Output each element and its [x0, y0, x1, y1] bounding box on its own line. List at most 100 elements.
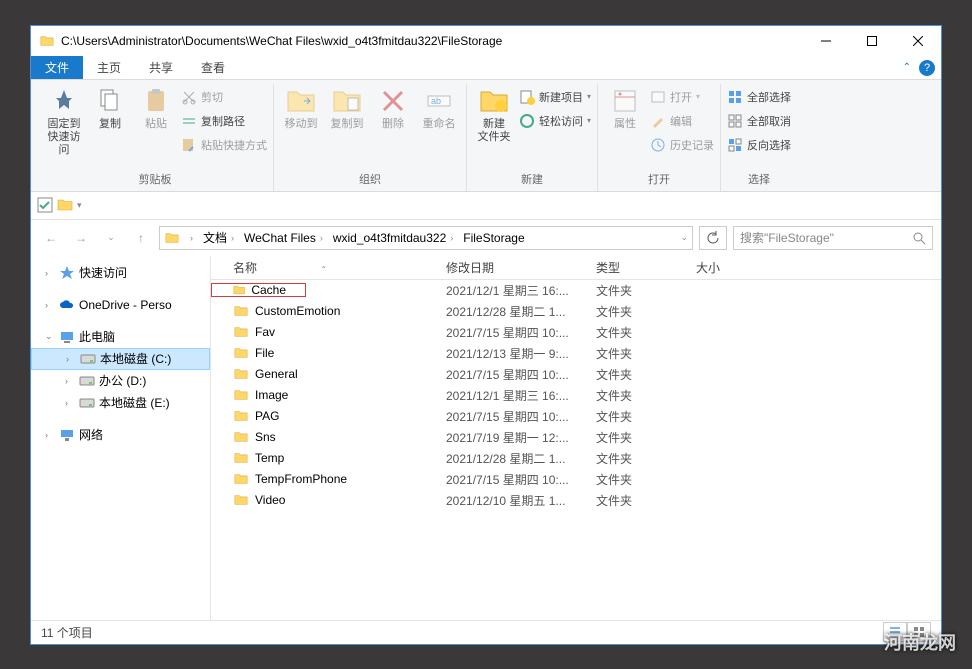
- search-icon: [912, 231, 926, 245]
- file-row[interactable]: TempFromPhone2021/7/15 星期四 10:...文件夹: [211, 469, 941, 490]
- tab-share[interactable]: 共享: [135, 56, 187, 79]
- file-row[interactable]: Video2021/12/10 星期五 1...文件夹: [211, 490, 941, 511]
- search-input[interactable]: 搜索"FileStorage": [733, 226, 933, 250]
- folder-icon[interactable]: [57, 197, 73, 213]
- back-button[interactable]: ←: [39, 226, 63, 250]
- breadcrumb-item[interactable]: WeChat Files›: [240, 231, 327, 245]
- nav-disk-c[interactable]: ›本地磁盘 (C:): [31, 348, 210, 370]
- file-row[interactable]: Cache2021/12/1 星期三 16:...文件夹: [211, 280, 941, 301]
- file-type: 文件夹: [596, 408, 696, 425]
- chevron-down-icon[interactable]: ⌄: [680, 232, 688, 243]
- file-row[interactable]: CustomEmotion2021/12/28 星期二 1...文件夹: [211, 301, 941, 322]
- file-type: 文件夹: [596, 429, 696, 446]
- overflow-icon[interactable]: ▾: [77, 200, 82, 211]
- nav-network[interactable]: ›网络: [31, 424, 210, 446]
- ribbon-group-organize: 组织: [359, 169, 381, 191]
- nav-thispc[interactable]: ⌄此电脑: [31, 326, 210, 348]
- pin-button[interactable]: 固定到快速访问: [43, 84, 85, 158]
- paste-button[interactable]: 粘贴: [135, 84, 177, 131]
- file-row[interactable]: Temp2021/12/28 星期二 1...文件夹: [211, 448, 941, 469]
- star-icon: [59, 265, 75, 281]
- nav-onedrive[interactable]: ›OneDrive - Perso: [31, 294, 210, 316]
- folder-icon: [39, 34, 55, 48]
- file-row[interactable]: Sns 2021/7/19 星期一 12:...文件夹: [211, 427, 941, 448]
- breadcrumb-item[interactable]: 文档›: [199, 229, 238, 246]
- copypath-button[interactable]: 复制路径: [181, 110, 267, 132]
- selectall-button[interactable]: 全部选择: [727, 86, 791, 108]
- help-icon[interactable]: ?: [919, 60, 935, 76]
- file-type: 文件夹: [596, 366, 696, 383]
- recent-button[interactable]: ⌄: [99, 226, 123, 250]
- up-button[interactable]: ↑: [129, 226, 153, 250]
- breadcrumb-item[interactable]: wxid_o4t3fmitdau322›: [329, 231, 457, 245]
- file-row[interactable]: PAG2021/7/15 星期四 10:...文件夹: [211, 406, 941, 427]
- paste-shortcut-button[interactable]: 粘贴快捷方式: [181, 134, 267, 156]
- newfolder-button[interactable]: 新建 文件夹: [473, 84, 515, 144]
- rename-button[interactable]: ab重命名: [418, 84, 460, 131]
- folder-icon: [233, 325, 249, 339]
- tab-home[interactable]: 主页: [83, 56, 135, 79]
- close-button[interactable]: [895, 26, 941, 56]
- check-icon[interactable]: [37, 197, 53, 213]
- breadcrumb-box[interactable]: › 文档› WeChat Files› wxid_o4t3fmitdau322›…: [159, 226, 693, 250]
- tab-file[interactable]: 文件: [31, 56, 83, 79]
- properties-button[interactable]: 属性: [604, 84, 646, 131]
- edit-button[interactable]: 编辑: [650, 110, 714, 132]
- invert-button[interactable]: 反向选择: [727, 134, 791, 156]
- nav-quickaccess[interactable]: ›快速访问: [31, 262, 210, 284]
- folder-icon: [164, 231, 180, 245]
- tab-view[interactable]: 查看: [187, 56, 239, 79]
- delete-button[interactable]: 删除: [372, 84, 414, 131]
- selectnone-button[interactable]: 全部取消: [727, 110, 791, 132]
- file-name: TempFromPhone: [255, 472, 347, 486]
- network-icon: [59, 427, 75, 443]
- file-type: 文件夹: [596, 450, 696, 467]
- nav-disk-d[interactable]: ›办公 (D:): [31, 370, 210, 392]
- nav-disk-e[interactable]: ›本地磁盘 (E:): [31, 392, 210, 414]
- newitem-button[interactable]: 新建项目 ▾: [519, 86, 591, 108]
- window-title: C:\Users\Administrator\Documents\WeChat …: [61, 34, 502, 48]
- ribbon-collapse-icon[interactable]: ⌃: [903, 62, 911, 73]
- disk-icon: [79, 373, 95, 389]
- easyaccess-button[interactable]: 轻松访问 ▾: [519, 110, 591, 132]
- file-date: 2021/7/15 星期四 10:...: [446, 471, 596, 488]
- cut-button[interactable]: 剪切: [181, 86, 267, 108]
- copy-button[interactable]: 复制: [89, 84, 131, 131]
- file-date: 2021/12/1 星期三 16:...: [446, 387, 596, 404]
- pc-icon: [59, 329, 75, 345]
- moveto-button[interactable]: 移动到: [280, 84, 322, 131]
- quickaccess-toolbar: ▾: [31, 192, 941, 220]
- breadcrumb-item[interactable]: FileStorage: [459, 231, 528, 245]
- file-name: CustomEmotion: [255, 304, 340, 318]
- item-count: 11 个项目: [41, 624, 93, 641]
- history-button[interactable]: 历史记录: [650, 134, 714, 156]
- address-bar: ← → ⌄ ↑ › 文档› WeChat Files› wxid_o4t3fmi…: [31, 220, 941, 256]
- forward-button[interactable]: →: [69, 226, 93, 250]
- col-type[interactable]: 类型: [596, 259, 696, 276]
- maximize-button[interactable]: [849, 26, 895, 56]
- file-row[interactable]: File2021/12/13 星期一 9:...文件夹: [211, 343, 941, 364]
- file-name: Temp: [255, 451, 284, 465]
- copyto-button[interactable]: 复制到: [326, 84, 368, 131]
- minimize-button[interactable]: [803, 26, 849, 56]
- disk-icon: [80, 351, 96, 367]
- titlebar: C:\Users\Administrator\Documents\WeChat …: [31, 26, 941, 56]
- file-type: 文件夹: [596, 492, 696, 509]
- open-button[interactable]: 打开 ▾: [650, 86, 714, 108]
- folder-icon: [233, 430, 249, 444]
- watermark: 河南龙网: [884, 629, 956, 655]
- file-row[interactable]: Image2021/12/1 星期三 16:...文件夹: [211, 385, 941, 406]
- file-type: 文件夹: [596, 324, 696, 341]
- col-date[interactable]: 修改日期: [446, 259, 596, 276]
- file-type: 文件夹: [596, 387, 696, 404]
- col-size[interactable]: 大小: [696, 259, 941, 276]
- refresh-button[interactable]: [699, 226, 727, 250]
- nav-tree: ›快速访问 ›OneDrive - Perso ⌄此电脑 ›本地磁盘 (C:) …: [31, 256, 211, 620]
- file-row[interactable]: Fav2021/7/15 星期四 10:...文件夹: [211, 322, 941, 343]
- folder-icon: [233, 304, 249, 318]
- col-name[interactable]: 名称 ⌃: [211, 259, 446, 276]
- file-name: Sns: [255, 430, 276, 444]
- file-name: Video: [255, 493, 285, 507]
- file-row[interactable]: General2021/7/15 星期四 10:...文件夹: [211, 364, 941, 385]
- file-date: 2021/7/19 星期一 12:...: [446, 429, 596, 446]
